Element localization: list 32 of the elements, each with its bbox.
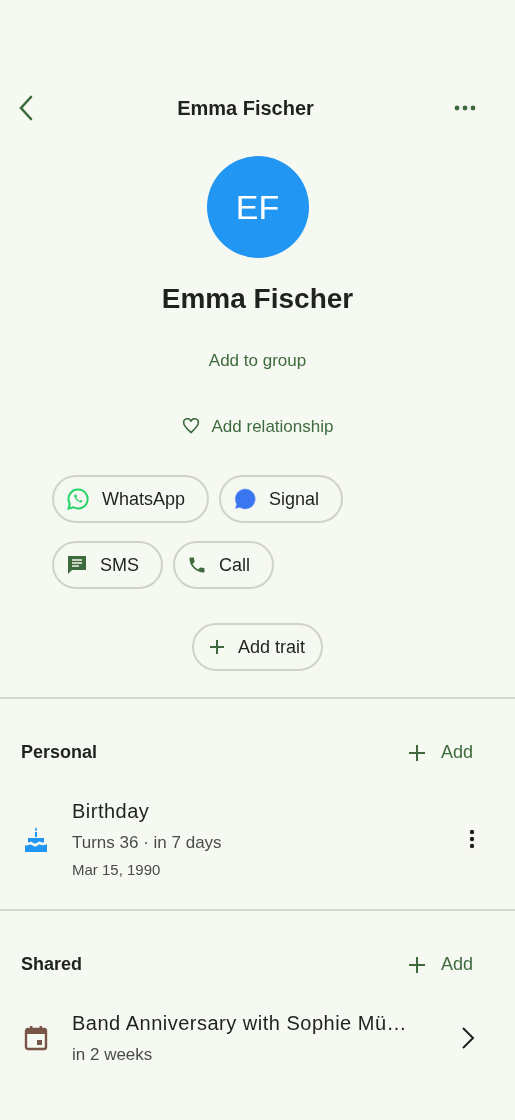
plus-icon [408, 956, 425, 973]
trait-date: Mar 15, 1990 [72, 859, 162, 880]
add-button[interactable]: Add [408, 739, 473, 766]
add-button[interactable]: Add [408, 951, 473, 978]
plus-icon [408, 744, 425, 761]
channel-chip[interactable]: SMS [52, 541, 163, 589]
chevron-right-icon [461, 1025, 475, 1050]
phone-icon [187, 555, 207, 575]
section-title: Personal [21, 741, 98, 764]
plus-icon [209, 640, 224, 654]
channel-chip[interactable]: Call [173, 541, 275, 589]
trait-subtitle: in 2 weeks [72, 1044, 154, 1066]
trait-row[interactable]: Birthday Turns 36 · in 7 days Mar 15, 1990 [0, 792, 515, 885]
channel-chip[interactable]: Signal [219, 475, 344, 523]
message-icon [66, 554, 88, 576]
section-title: Shared [21, 953, 83, 976]
avatar: EF [206, 156, 309, 258]
add-relationship-link[interactable]: Add relationship [181, 413, 334, 439]
trait-title: Band Anniversary with Sophie Mü… [72, 1011, 409, 1036]
heart-icon [181, 418, 200, 435]
contact-name: Emma Fischer [161, 282, 354, 316]
trait-subtitle: Turns 36 · in 7 days [72, 832, 223, 854]
add-trait-button[interactable]: Add trait [191, 623, 323, 671]
channel-chip[interactable]: WhatsApp [52, 475, 210, 523]
trait-row[interactable]: Band Anniversary with Sophie Mü… in 2 weeks [0, 1004, 515, 1072]
screen-title: Emma Fischer [177, 96, 314, 121]
calendar-icon [24, 1024, 48, 1051]
add-to-group-link[interactable]: Add to group [208, 348, 307, 374]
chat-bubble-phone-icon [66, 487, 90, 511]
trait-title: Birthday [72, 799, 151, 824]
more-options-icon[interactable] [469, 828, 475, 849]
chat-bubble-icon [233, 487, 258, 511]
